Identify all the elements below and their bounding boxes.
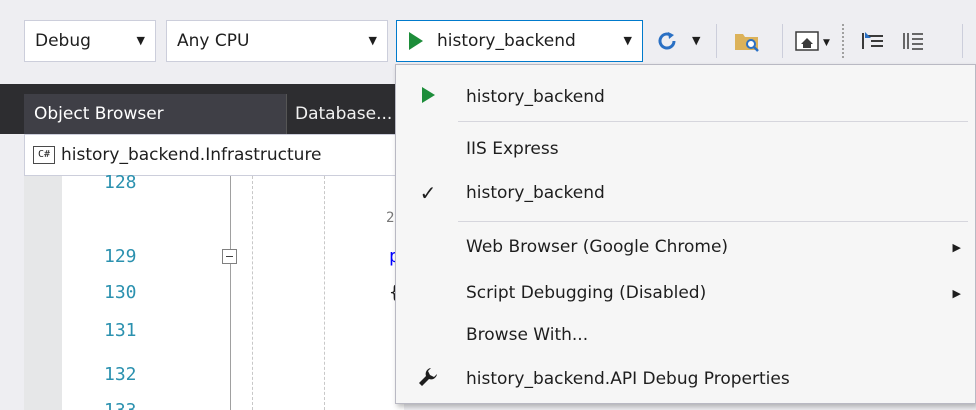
chevron-down-icon[interactable]: ▼ [624, 34, 632, 47]
startup-dropdown-menu: history_backend IIS Express ✓ history_ba… [395, 64, 976, 404]
codelens-references[interactable]: 2 [386, 210, 394, 226]
toolbar-separator [782, 24, 783, 58]
menu-item-history-backend-profile[interactable]: ✓ history_backend [396, 173, 975, 213]
configuration-value: Debug [35, 31, 91, 51]
home-window-svg [795, 31, 819, 51]
refresh-icon-svg [658, 32, 676, 50]
menu-item-label: history_backend [466, 87, 605, 107]
chevron-down-icon: ▼ [136, 34, 145, 47]
checkmark-icon: ✓ [419, 181, 437, 205]
menu-item-iis-express[interactable]: IIS Express [396, 129, 975, 169]
outline-margin-line [230, 176, 231, 410]
refresh-icon[interactable] [652, 26, 682, 56]
menu-item-run-history-backend[interactable]: history_backend [396, 77, 975, 117]
menu-item-label: IIS Express [466, 139, 559, 159]
menu-item-script-debugging[interactable]: Script Debugging (Disabled) ▶ [396, 273, 975, 313]
outdent-svg [862, 32, 883, 49]
collapse-icon[interactable] [222, 249, 237, 264]
menu-item-browse-with[interactable]: Browse With... [396, 315, 975, 355]
chevron-down-icon[interactable]: ▼ [823, 38, 830, 48]
play-icon [409, 32, 423, 50]
wrench-svg [419, 367, 437, 386]
menu-item-label: history_backend.API Debug Properties [466, 369, 790, 389]
navigation-bar-project-dropdown[interactable]: C# history_backend.Infrastructure [24, 134, 404, 176]
indicator-margin [24, 176, 62, 410]
line-number: 133 [104, 400, 137, 410]
tab-database-label: Database... [295, 104, 393, 124]
indent-guide [252, 176, 253, 410]
startup-project-label: history_backend [437, 31, 576, 51]
solution-platform-dropdown[interactable]: Any CPU ▼ [166, 20, 388, 62]
toolbar-separator [962, 24, 963, 58]
toolbar-gripper[interactable] [842, 24, 848, 58]
line-number: 132 [104, 364, 137, 385]
menu-item-label: history_backend [466, 183, 605, 203]
menu-item-label: Browse With... [466, 325, 589, 345]
outdent-icon[interactable] [858, 26, 888, 56]
code-editor[interactable]: 128 129 130 131 132 133 2 p { [24, 172, 404, 410]
home-window-icon[interactable] [792, 26, 822, 56]
indent-guide [324, 176, 325, 410]
tab-object-browser[interactable]: Object Browser [24, 94, 286, 134]
csharp-project-icon: C# [33, 146, 55, 164]
platform-value: Any CPU [177, 31, 250, 51]
wrench-icon [416, 366, 440, 393]
submenu-arrow-icon: ▶ [952, 240, 961, 254]
chevron-down-icon[interactable]: ▼ [692, 34, 700, 47]
tab-database[interactable]: Database... [286, 94, 406, 134]
line-number: 128 [104, 172, 137, 193]
menu-item-label: Web Browser (Google Chrome) [466, 237, 729, 257]
line-number: 130 [104, 282, 137, 303]
comment-block-icon[interactable] [898, 26, 928, 56]
visual-studio-window: Debug ▼ Any CPU ▼ history_backend ▼ ▼ ▼ … [0, 0, 976, 410]
menu-separator [458, 121, 968, 122]
toolbar-separator [716, 24, 717, 58]
chevron-down-icon: ▼ [368, 34, 377, 47]
menu-item-label: Script Debugging (Disabled) [466, 283, 707, 303]
tab-object-browser-label: Object Browser [34, 104, 164, 124]
namespace-label: history_backend.Infrastructure [61, 145, 322, 165]
menu-item-web-browser[interactable]: Web Browser (Google Chrome) ▶ [396, 227, 975, 267]
play-icon [416, 86, 440, 108]
submenu-arrow-icon: ▶ [952, 286, 961, 300]
line-number: 129 [104, 246, 137, 267]
line-number: 131 [104, 320, 137, 341]
solution-configuration-dropdown[interactable]: Debug ▼ [24, 20, 156, 62]
start-debugging-button[interactable]: history_backend ▼ [396, 20, 643, 62]
folder-search-svg [735, 34, 759, 52]
comment-block-svg [903, 33, 923, 50]
find-in-folder-icon[interactable] [732, 26, 762, 56]
menu-item-debug-properties[interactable]: history_backend.API Debug Properties [396, 359, 975, 399]
menu-separator [458, 221, 968, 222]
